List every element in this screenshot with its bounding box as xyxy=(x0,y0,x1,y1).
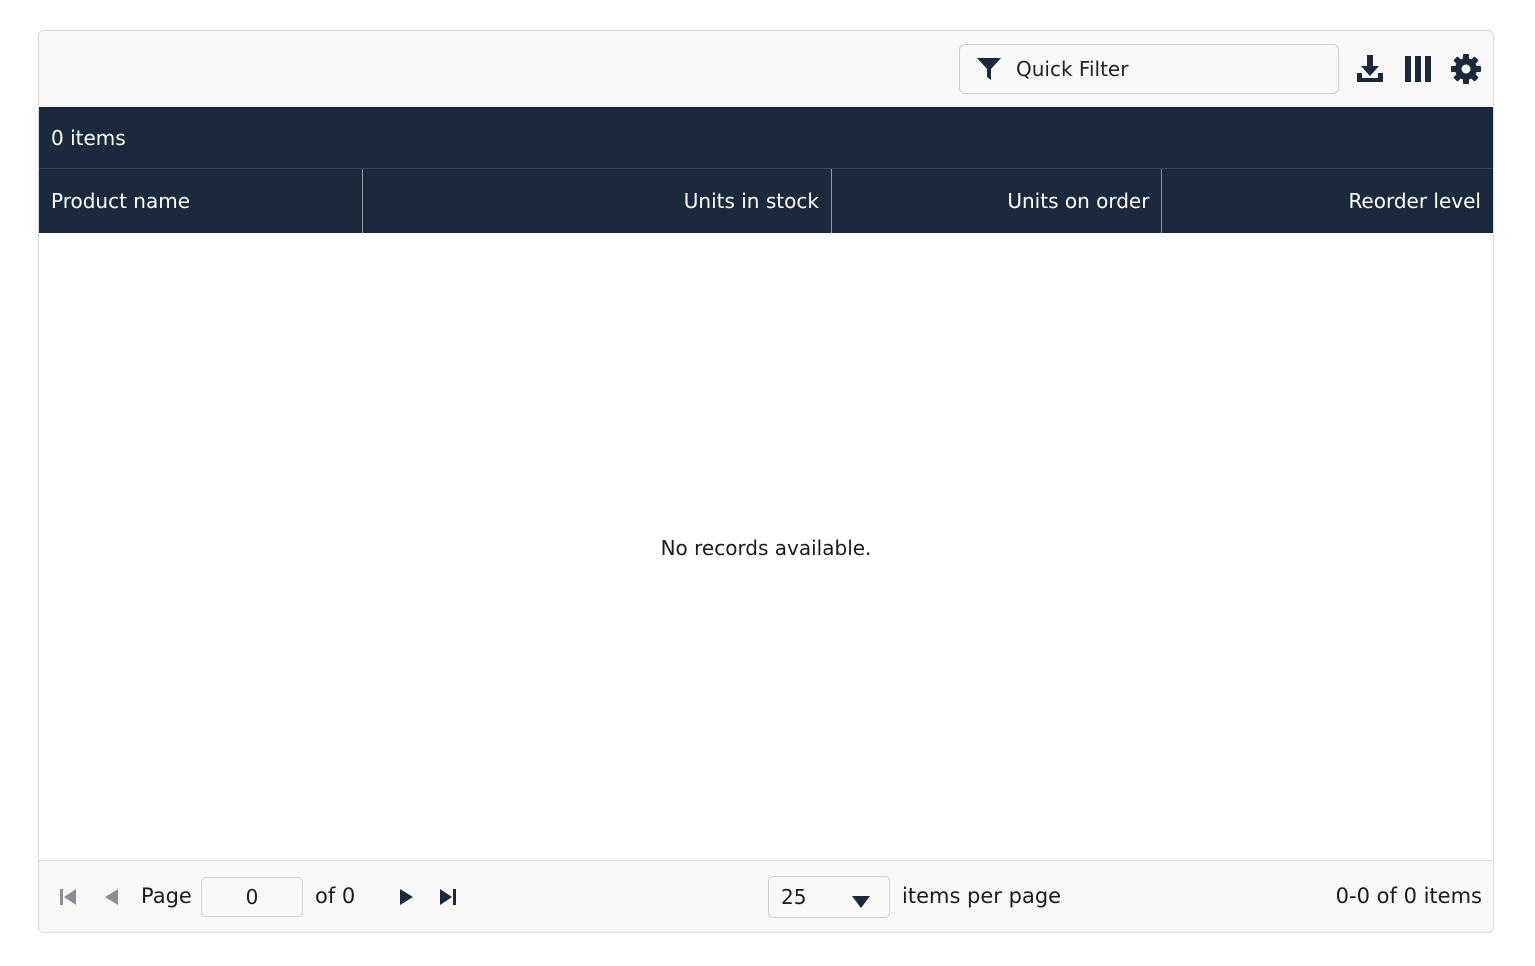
column-header-units-in-stock[interactable]: Units in stock xyxy=(363,169,832,233)
page-size-select[interactable]: 25 xyxy=(768,876,890,918)
first-page-icon[interactable] xyxy=(56,885,80,909)
columns-icon[interactable] xyxy=(1401,52,1435,86)
column-header-product-name[interactable]: Product name xyxy=(39,169,363,233)
page-size-value: 25 xyxy=(781,885,807,909)
column-header-label: Product name xyxy=(51,189,191,213)
items-per-page-label: items per page xyxy=(902,884,1062,908)
data-grid: 0 items Product name Units in stock Unit… xyxy=(38,30,1494,933)
next-page-icon[interactable] xyxy=(394,885,418,909)
settings-icon[interactable] xyxy=(1449,52,1483,86)
page-total-label: of 0 xyxy=(315,884,356,908)
grid-body: No records available. xyxy=(39,233,1493,862)
page-label: Page xyxy=(141,884,192,908)
column-header-label: Units in stock xyxy=(683,189,819,213)
grid-toolbar xyxy=(39,31,1493,108)
quick-filter-field[interactable] xyxy=(959,44,1339,94)
item-count-label: 0 items xyxy=(51,125,126,150)
quick-filter-input[interactable] xyxy=(1014,56,1318,82)
item-range-label: 0-0 of 0 items xyxy=(1335,884,1482,908)
empty-message: No records available. xyxy=(660,535,872,560)
download-icon[interactable] xyxy=(1353,52,1387,86)
column-header-reorder-level[interactable]: Reorder level xyxy=(1162,169,1493,233)
column-header-row: Product name Units in stock Units on ord… xyxy=(39,169,1493,233)
filter-icon xyxy=(976,56,1002,82)
item-count-bar: 0 items xyxy=(39,107,1493,169)
pager: Page of 0 25 items per page 0-0 of 0 ite… xyxy=(39,860,1493,932)
chevron-down-icon xyxy=(851,890,871,914)
page-number-input[interactable] xyxy=(201,877,303,917)
column-header-label: Units on order xyxy=(1007,189,1150,213)
last-page-icon[interactable] xyxy=(436,885,460,909)
previous-page-icon[interactable] xyxy=(100,885,124,909)
column-header-units-on-order[interactable]: Units on order xyxy=(832,169,1163,233)
column-header-label: Reorder level xyxy=(1348,189,1481,213)
